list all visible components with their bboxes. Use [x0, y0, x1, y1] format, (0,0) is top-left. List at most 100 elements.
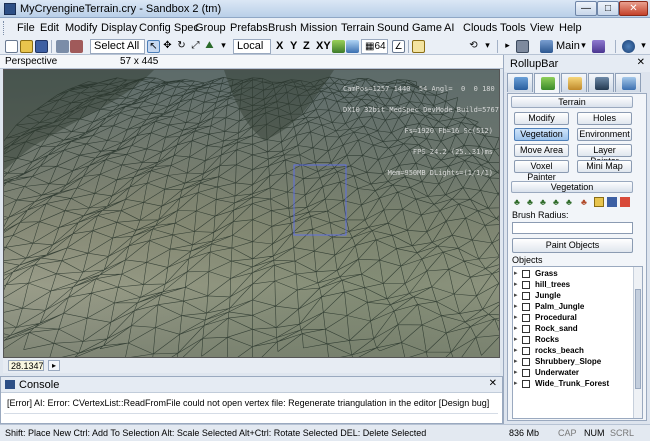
- layer-arrow-icon[interactable]: ▸: [501, 40, 514, 53]
- physics-icon[interactable]: [592, 40, 605, 53]
- menu-game[interactable]: Game: [412, 22, 442, 34]
- menu-group[interactable]: Group: [195, 22, 226, 34]
- expand-icon[interactable]: ▸: [514, 358, 521, 365]
- rollup-close-icon[interactable]: ✕: [637, 57, 645, 68]
- terrain-section-header[interactable]: Terrain: [511, 96, 633, 108]
- expand-icon[interactable]: ▸: [514, 292, 521, 299]
- scrollbar-thumb[interactable]: [635, 289, 641, 389]
- menu-sound[interactable]: Sound: [377, 22, 409, 34]
- list-item[interactable]: ▸ Wide_Trunk_Forest: [514, 379, 632, 389]
- menu-modify[interactable]: Modify: [65, 22, 97, 34]
- menu-brush[interactable]: Brush: [268, 22, 297, 34]
- paint-objects-button[interactable]: Paint Objects: [512, 238, 633, 253]
- expand-icon[interactable]: ▸: [514, 380, 521, 387]
- tab-modify[interactable]: [561, 73, 587, 92]
- unlink-icon[interactable]: [70, 40, 83, 53]
- coord-input[interactable]: 28.1347: [8, 360, 44, 371]
- tab-objects[interactable]: [507, 73, 533, 92]
- checkbox[interactable]: [522, 336, 530, 344]
- move-area-button[interactable]: Move Area: [514, 144, 569, 157]
- console-input[interactable]: [4, 413, 498, 422]
- tab-layers[interactable]: [615, 73, 641, 92]
- open-folder-icon[interactable]: [594, 197, 604, 207]
- remove-tree-icon[interactable]: ♣: [579, 197, 589, 207]
- console-close-icon[interactable]: ✕: [489, 378, 497, 389]
- checkbox[interactable]: [522, 325, 530, 333]
- environment-button[interactable]: Environment: [577, 128, 632, 141]
- link-icon[interactable]: [56, 40, 69, 53]
- axis-xy-button[interactable]: XY: [316, 40, 331, 53]
- menu-display[interactable]: Display: [101, 22, 137, 34]
- open-folder-icon[interactable]: [20, 40, 33, 53]
- menu-prefabs[interactable]: Prefabs: [230, 22, 268, 34]
- menu-edit[interactable]: Edit: [40, 22, 59, 34]
- expand-icon[interactable]: ▸: [514, 270, 521, 277]
- list-item[interactable]: ▸ Underwater: [514, 368, 632, 378]
- menu-help[interactable]: Help: [559, 22, 582, 34]
- axis-y-button[interactable]: Y: [290, 40, 297, 53]
- delete-icon[interactable]: [620, 197, 630, 207]
- expand-icon[interactable]: ▸: [514, 347, 521, 354]
- notes-icon[interactable]: [412, 40, 425, 53]
- selection-dropdown[interactable]: Select All ▾: [90, 39, 145, 65]
- hide-tree-icon[interactable]: ♣: [564, 197, 574, 207]
- checkbox[interactable]: [522, 281, 530, 289]
- grid-size-dropdown[interactable]: ▦64: [361, 39, 388, 54]
- expand-icon[interactable]: ▸: [514, 303, 521, 310]
- scale-icon[interactable]: ⤢: [189, 40, 202, 53]
- expand-icon[interactable]: ▸: [514, 281, 521, 288]
- list-item[interactable]: ▸ Rock_sand: [514, 324, 632, 334]
- angle-snap-icon[interactable]: ∠: [392, 40, 405, 53]
- checkbox[interactable]: [522, 292, 530, 300]
- snap-to-grid-icon[interactable]: [346, 40, 359, 53]
- menu-ai[interactable]: AI: [444, 22, 454, 34]
- perspective-viewport[interactable]: CamPos=1257 1440 54 Angl= 0 0 180 FN=0.4…: [3, 69, 500, 358]
- voxel-painter-button[interactable]: Voxel Painter: [514, 160, 569, 182]
- axis-z-button[interactable]: Z: [303, 40, 310, 53]
- menu-terrain[interactable]: Terrain: [341, 22, 375, 34]
- expand-icon[interactable]: ▸: [514, 336, 521, 343]
- save-icon[interactable]: [35, 40, 48, 53]
- terrain-follow-icon[interactable]: [332, 40, 345, 53]
- checkbox[interactable]: [522, 380, 530, 388]
- menu-view[interactable]: View: [530, 22, 554, 34]
- layers-icon[interactable]: [540, 40, 553, 53]
- add-category-icon[interactable]: ♣: [525, 197, 535, 207]
- axis-x-button[interactable]: X: [276, 40, 283, 53]
- holes-button[interactable]: Holes: [577, 112, 632, 125]
- terrain-snap-icon[interactable]: ⛰: [203, 40, 216, 53]
- undo-icon[interactable]: ⟲: [467, 40, 480, 53]
- modify-button[interactable]: Modify: [514, 112, 569, 125]
- more-icon[interactable]: ▾: [637, 40, 650, 53]
- add-tree-icon[interactable]: ♣: [512, 197, 522, 207]
- mini-map-button[interactable]: Mini Map: [577, 160, 632, 173]
- list-item[interactable]: ▸ hill_trees: [514, 280, 632, 290]
- objects-scrollbar[interactable]: [633, 267, 642, 418]
- brush-radius-input[interactable]: [512, 222, 633, 234]
- save-icon[interactable]: [607, 197, 617, 207]
- expand-icon[interactable]: ▸: [514, 325, 521, 332]
- menu-config-spec[interactable]: Config Spec: [139, 22, 199, 34]
- tab-terrain[interactable]: [534, 73, 560, 93]
- tab-display[interactable]: [588, 73, 614, 92]
- vegetation-section-header[interactable]: Vegetation: [511, 181, 633, 193]
- expand-icon[interactable]: ▸: [514, 314, 521, 321]
- menu-mission[interactable]: Mission: [300, 22, 337, 34]
- list-item[interactable]: ▸ Palm_Jungle: [514, 302, 632, 312]
- asset-icon[interactable]: [516, 40, 529, 53]
- undo-dropdown-icon[interactable]: ▾: [481, 40, 494, 53]
- list-item[interactable]: ▸ Shrubbery_Slope: [514, 357, 632, 367]
- checkbox[interactable]: [522, 358, 530, 366]
- coord-system-dropdown[interactable]: Local ▾: [233, 39, 271, 65]
- clone-tree-icon[interactable]: ♣: [538, 197, 548, 207]
- menu-file[interactable]: File: [17, 22, 35, 34]
- minimize-button[interactable]: —: [575, 1, 597, 16]
- snap-arrow-icon[interactable]: ▾: [217, 40, 230, 53]
- checkbox[interactable]: [522, 369, 530, 377]
- checkbox[interactable]: [522, 347, 530, 355]
- menu-clouds[interactable]: Clouds: [463, 22, 497, 34]
- expand-icon[interactable]: ▸: [514, 369, 521, 376]
- new-file-icon[interactable]: [5, 40, 18, 53]
- vegetation-button[interactable]: Vegetation: [514, 128, 569, 141]
- move-icon[interactable]: ✥: [161, 40, 174, 53]
